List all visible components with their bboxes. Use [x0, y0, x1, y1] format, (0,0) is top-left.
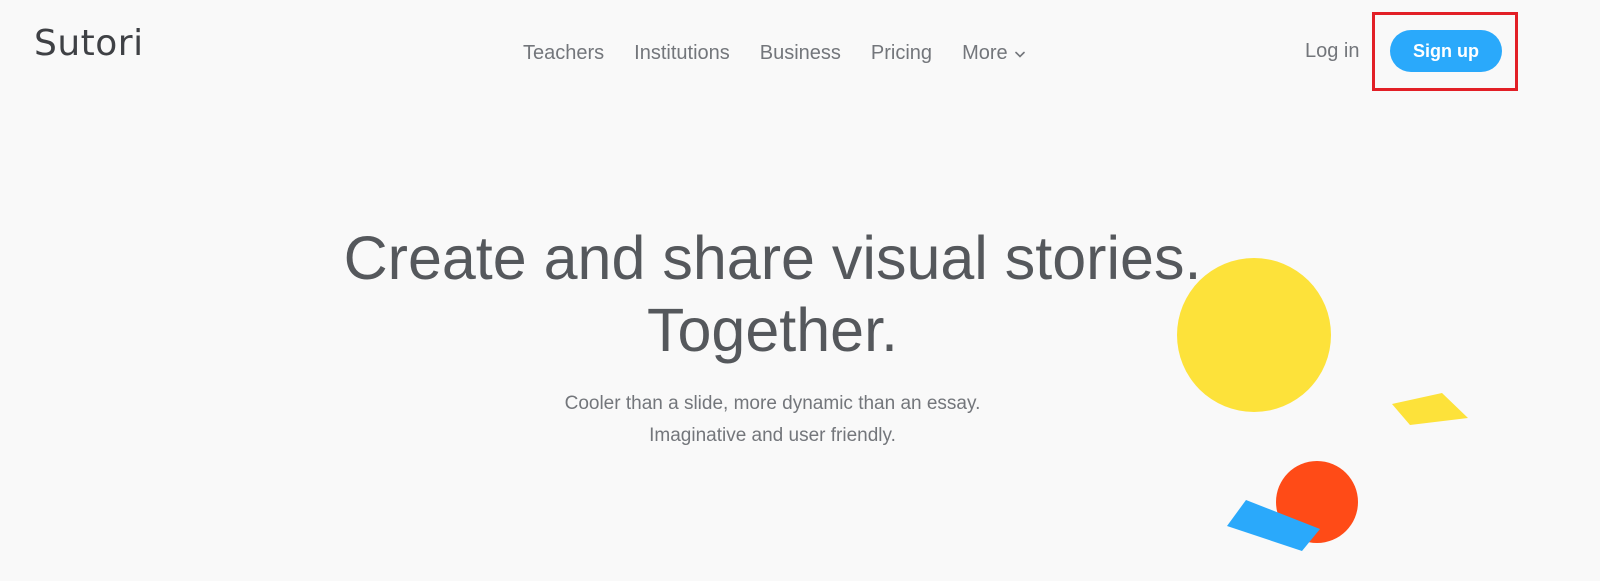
yellow-circle-shape — [1177, 258, 1331, 412]
decorative-shapes — [1177, 258, 1468, 551]
yellow-parallelogram-shape — [1392, 393, 1468, 425]
